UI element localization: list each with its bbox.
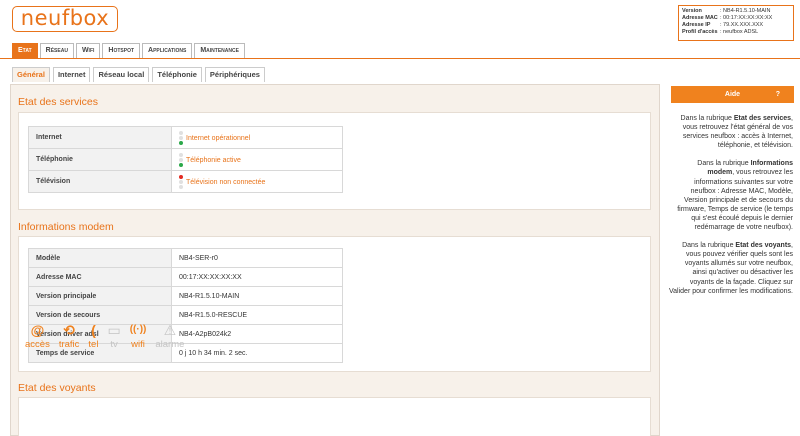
neufbox-logo: neufbox	[12, 6, 118, 32]
voyant-label: tv	[110, 339, 118, 350]
led-indicator-icon	[179, 174, 183, 190]
tab-maintenance[interactable]: Maintenance	[194, 43, 245, 58]
modem-value: NB4-R1.5.10-MAIN	[171, 286, 343, 306]
help-question-icon[interactable]: ?	[776, 86, 780, 103]
traffic-icon: ⟲	[63, 322, 75, 338]
tab-applications[interactable]: Applications	[142, 43, 193, 58]
help-header[interactable]: Aide ?	[671, 86, 794, 103]
sub-nav: Général Internet Réseau local Téléphonie…	[12, 67, 268, 82]
info-ip: Adresse IP : 79.XX.XXX.XXX	[682, 22, 790, 29]
modem-value: 00:17:XX:XX:XX:XX	[171, 267, 343, 287]
main-nav: Etat Réseau Wifi Hotspot Applications Ma…	[12, 43, 247, 58]
voyant-label: wifi	[131, 339, 145, 350]
services-title: Etat des services	[18, 96, 98, 108]
modem-label: Version principale	[28, 286, 172, 306]
voyants-card	[18, 397, 651, 436]
modem-value: NB4-R1.5.0-RESCUE	[171, 305, 343, 325]
tab-hotspot[interactable]: Hotspot	[102, 43, 141, 58]
voyant-label: trafic	[58, 339, 80, 350]
help-paragraph: Dans la rubrique Informations modem, vou…	[677, 160, 793, 232]
voyants-list: @ accès ⟲ trafic (tel ▭ tv ((·)) wifi ⚠ alarm…	[25, 321, 193, 350]
wifi-icon: ((·))	[129, 324, 147, 335]
subtab-reseau-local[interactable]: Réseau local	[93, 67, 150, 82]
info-value: : 79.XX.XXX.XXX	[720, 22, 764, 28]
content-panel: Etat des services Internet Internet opér…	[10, 84, 660, 436]
service-status: Télévision non connectée	[186, 178, 266, 186]
voyant-label: tel	[88, 339, 99, 350]
voyant-acces[interactable]: @ accès	[25, 321, 50, 350]
tab-reseau[interactable]: Réseau	[39, 43, 74, 58]
service-label: Internet	[28, 126, 172, 149]
service-status-cell: Internet opérationnel	[171, 126, 343, 149]
tab-wifi[interactable]: Wifi	[75, 43, 101, 58]
voyant-label: alarme	[155, 339, 185, 350]
modem-title: Informations modem	[18, 221, 114, 233]
services-table: Internet Internet opérationnel Téléphoni…	[28, 126, 343, 193]
service-label: Télévision	[28, 170, 172, 193]
help-text: Dans la rubrique Etat des services, vous…	[669, 114, 793, 305]
voyant-label: accès	[25, 339, 50, 350]
nav-divider	[0, 58, 800, 59]
table-row: Modèle NB4-SER-r0	[28, 248, 343, 268]
led-indicator-icon	[179, 152, 183, 168]
info-key: Profil d'accès	[682, 29, 718, 35]
modem-label: Adresse MAC	[28, 267, 172, 287]
table-row: Version principale NB4-R1.5.10-MAIN	[28, 286, 343, 306]
service-status: Internet opérationnel	[186, 134, 251, 142]
table-row: Téléphonie Téléphonie active	[28, 148, 343, 171]
tab-etat[interactable]: Etat	[12, 43, 38, 58]
info-value: : 00:17:XX:XX:XX:XX	[720, 15, 773, 21]
modem-label: Modèle	[28, 248, 172, 268]
info-profile: Profil d'accès: neufbox ADSL	[682, 29, 790, 36]
table-row: Internet Internet opérationnel	[28, 126, 343, 149]
subtab-peripheriques[interactable]: Périphériques	[204, 67, 265, 82]
at-icon: @	[30, 322, 45, 338]
voyant-trafic[interactable]: ⟲ trafic	[59, 321, 80, 350]
table-row: Télévision Télévision non connectée	[28, 170, 343, 193]
info-key: Version	[682, 8, 702, 14]
help-paragraph: Dans la rubrique Etat des services, vous…	[680, 115, 793, 150]
info-key: Adresse MAC	[682, 15, 718, 21]
service-status-cell: Téléphonie active	[171, 148, 343, 171]
info-mac: Adresse MAC: 00:17:XX:XX:XX:XX	[682, 15, 790, 22]
voyant-alarme[interactable]: ⚠ alarme	[155, 321, 184, 350]
info-value: : neufbox ADSL	[720, 29, 759, 35]
led-indicator-icon	[179, 130, 183, 146]
service-status-cell: Télévision non connectée	[171, 170, 343, 193]
table-row: Adresse MAC 00:17:XX:XX:XX:XX	[28, 267, 343, 287]
box-info-panel: Version : NB4-R1.5.10-MAIN Adresse MAC: 0…	[678, 5, 794, 41]
modem-value: NB4-SER-r0	[171, 248, 343, 268]
help-paragraph: Dans la rubrique Etat des voyants, vous …	[669, 242, 793, 295]
alarm-icon: ⚠	[163, 322, 177, 338]
info-value: : NB4-R1.5.10-MAIN	[720, 8, 771, 14]
modem-value: 0 j 10 h 34 min. 2 sec.	[171, 343, 343, 363]
service-label: Téléphonie	[28, 148, 172, 171]
voyant-wifi[interactable]: ((·)) wifi	[130, 321, 147, 350]
subtab-telephonie[interactable]: Téléphonie	[152, 67, 202, 82]
info-version: Version : NB4-R1.5.10-MAIN	[682, 8, 790, 15]
subtab-general[interactable]: Général	[12, 67, 50, 82]
subtab-internet[interactable]: Internet	[52, 67, 91, 82]
tv-icon: ▭	[107, 322, 121, 338]
modem-value: NB4-A2pB024k2	[171, 324, 343, 344]
voyant-tel[interactable]: (tel	[88, 321, 98, 350]
voyants-title: Etat des voyants	[18, 382, 96, 394]
info-key: Adresse IP	[682, 22, 711, 28]
phone-icon: (	[91, 322, 96, 338]
service-status: Téléphonie active	[186, 156, 241, 164]
voyant-tv[interactable]: ▭ tv	[107, 321, 120, 350]
